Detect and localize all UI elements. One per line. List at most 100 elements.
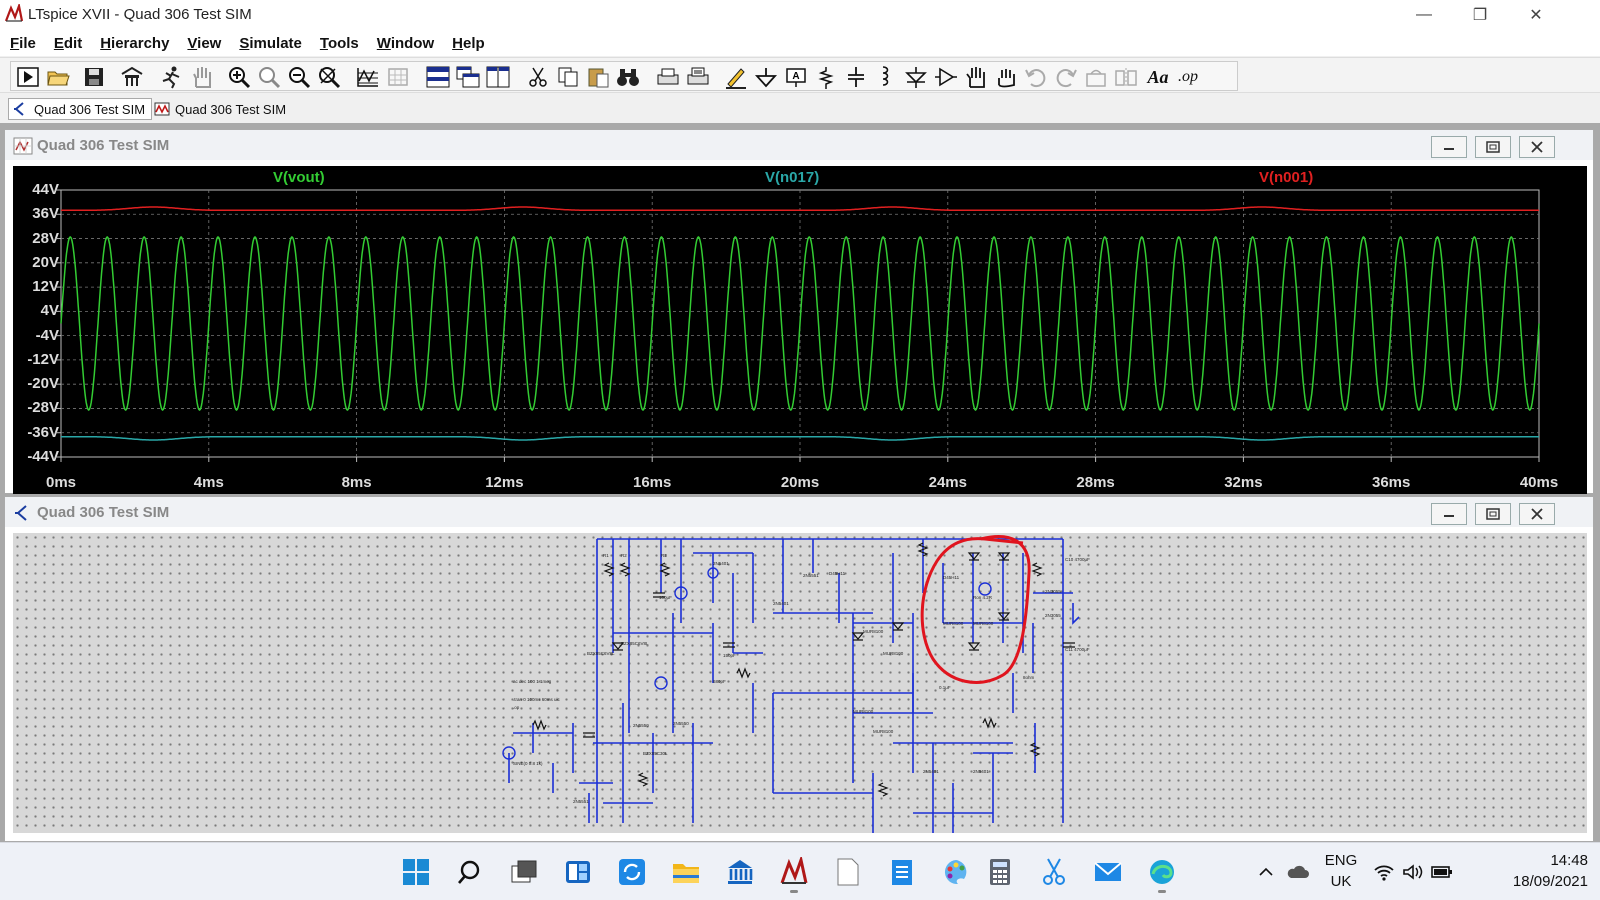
taskbar-bank-app[interactable] (722, 854, 758, 890)
show-hidden-icons-button[interactable] (1252, 854, 1280, 890)
language-indicator-line2[interactable]: UK (1320, 873, 1362, 890)
menu-simulate[interactable]: Simulate (239, 35, 302, 52)
draw-wire-pencil-icon[interactable] (723, 65, 749, 89)
schematic-maximize-button[interactable] (1475, 503, 1511, 525)
label-net-icon[interactable]: A (783, 65, 809, 89)
start-button[interactable] (398, 854, 434, 890)
waveform-close-button[interactable] (1519, 136, 1555, 158)
run-figure-icon[interactable] (159, 65, 185, 89)
resistor-icon[interactable] (813, 65, 839, 89)
capacitor-icon[interactable] (843, 65, 869, 89)
schematic-close-button[interactable] (1519, 503, 1555, 525)
minimize-button[interactable]: — (1396, 0, 1452, 30)
halt-hand-icon[interactable] (189, 65, 215, 89)
schematic-minimize-button[interactable] (1431, 503, 1467, 525)
zoom-out-icon[interactable] (287, 65, 313, 89)
text-font-button[interactable]: Aa (1145, 65, 1171, 89)
taskbar-ltspice[interactable] (776, 854, 812, 893)
cut-icon[interactable] (525, 65, 551, 89)
menu-hierarchy[interactable]: Hierarchy (100, 35, 169, 52)
taskbar-paint[interactable] (938, 854, 974, 890)
print-preview-icon[interactable] (685, 65, 711, 89)
taskbar-file-explorer[interactable] (668, 854, 704, 890)
tab-waveform[interactable]: Quad 306 Test SIM (150, 98, 292, 120)
running-indicator (1158, 890, 1166, 893)
redo-icon[interactable] (1053, 65, 1079, 89)
zoom-in-icon[interactable] (227, 65, 253, 89)
grid-icon[interactable] (385, 65, 411, 89)
zoom-fit-icon[interactable] (317, 65, 343, 89)
paste-icon[interactable] (585, 65, 611, 89)
taskbar-notes[interactable] (884, 854, 920, 890)
undo-icon[interactable] (1023, 65, 1049, 89)
cloud-icon (1287, 865, 1309, 878)
clock-date[interactable]: 18/09/2021 (1478, 873, 1588, 890)
save-icon[interactable] (81, 65, 107, 89)
battery-button[interactable] (1428, 854, 1456, 890)
tile-vertical-icon[interactable] (485, 65, 511, 89)
close-icon (1531, 508, 1543, 520)
language-indicator-line1[interactable]: ENG (1320, 852, 1362, 869)
svg-text:A: A (792, 71, 799, 82)
volume-button[interactable] (1398, 854, 1426, 890)
menu-file[interactable]: File (10, 35, 36, 52)
print-icon[interactable] (655, 65, 681, 89)
svg-text:ac dec 100 1 1meg: ac dec 100 1 1meg (513, 679, 552, 684)
onedrive-button[interactable] (1282, 854, 1312, 890)
rotate-icon[interactable] (1083, 65, 1109, 89)
component-icon[interactable] (933, 65, 959, 89)
taskbar-mail[interactable] (1090, 854, 1126, 890)
taskbar-app-sync[interactable] (614, 854, 650, 890)
title-bar: LTspice XVII - Quad 306 Test SIM — ❐ ✕ (0, 0, 1600, 30)
ltspice-taskbar-icon (780, 857, 808, 884)
svg-text:0.1μF: 0.1μF (939, 685, 951, 690)
battery-icon (1431, 866, 1452, 878)
diode-icon[interactable] (903, 65, 929, 89)
menu-window[interactable]: Window (377, 35, 434, 52)
copy-icon[interactable] (555, 65, 581, 89)
schematic-window-titlebar[interactable]: Quad 306 Test SIM (5, 497, 1593, 527)
svg-text:R2: R2 (621, 553, 627, 558)
waveform-maximize-button[interactable] (1475, 136, 1511, 158)
move-hand-icon[interactable] (963, 65, 989, 89)
taskbar-calculator[interactable] (982, 854, 1018, 890)
waveform-window-titlebar[interactable]: Quad 306 Test SIM (5, 130, 1593, 160)
tile-horizontal-icon[interactable] (425, 65, 451, 89)
inductor-icon[interactable] (873, 65, 899, 89)
close-icon: ✕ (1529, 7, 1543, 24)
widgets-button[interactable] (560, 854, 596, 890)
svg-text:.op: .op (513, 705, 520, 710)
zoom-pan-icon[interactable] (257, 65, 283, 89)
waveform-minimize-button[interactable] (1431, 136, 1467, 158)
wifi-button[interactable] (1370, 854, 1398, 890)
sync-app-icon (619, 859, 645, 885)
open-folder-icon[interactable] (45, 65, 71, 89)
schematic-canvas[interactable]: R1 R2 R3 2N5401 2N5551 2N5401 D45H11 D45H11 2N… (13, 533, 1587, 833)
taskbar-snipping-tool[interactable] (1036, 854, 1072, 890)
find-binoculars-icon[interactable] (615, 65, 641, 89)
mirror-icon[interactable] (1113, 65, 1139, 89)
menu-bar: File Edit Hierarchy View Simulate Tools … (0, 30, 1600, 56)
drag-hand-icon[interactable] (993, 65, 1019, 89)
menu-help[interactable]: Help (452, 35, 485, 52)
taskbar-notepad[interactable] (830, 854, 866, 890)
task-view-button[interactable] (506, 854, 542, 890)
menu-view[interactable]: View (187, 35, 221, 52)
autorange-icon[interactable] (355, 65, 381, 89)
menu-edit[interactable]: Edit (54, 35, 82, 52)
clock-time[interactable]: 14:48 (1478, 852, 1588, 869)
taskbar-edge[interactable] (1144, 854, 1180, 893)
waveform-plot[interactable]: V(vout) V(n017) V(n001) 44V 36V 28V 20V 12V 4… (13, 166, 1587, 494)
menu-tools[interactable]: Tools (320, 35, 359, 52)
ground-icon[interactable] (753, 65, 779, 89)
control-panel-icon[interactable] (119, 65, 145, 89)
minimize-icon (1444, 515, 1454, 517)
restore-button[interactable]: ❐ (1452, 0, 1508, 30)
search-button[interactable] (452, 854, 488, 890)
paint-palette-icon (944, 860, 967, 885)
tab-schematic[interactable]: Quad 306 Test SIM (8, 98, 153, 120)
close-button[interactable]: ✕ (1508, 0, 1564, 30)
run-icon[interactable] (15, 65, 41, 89)
spice-directive-button[interactable]: .op (1175, 65, 1201, 89)
cascade-icon[interactable] (455, 65, 481, 89)
